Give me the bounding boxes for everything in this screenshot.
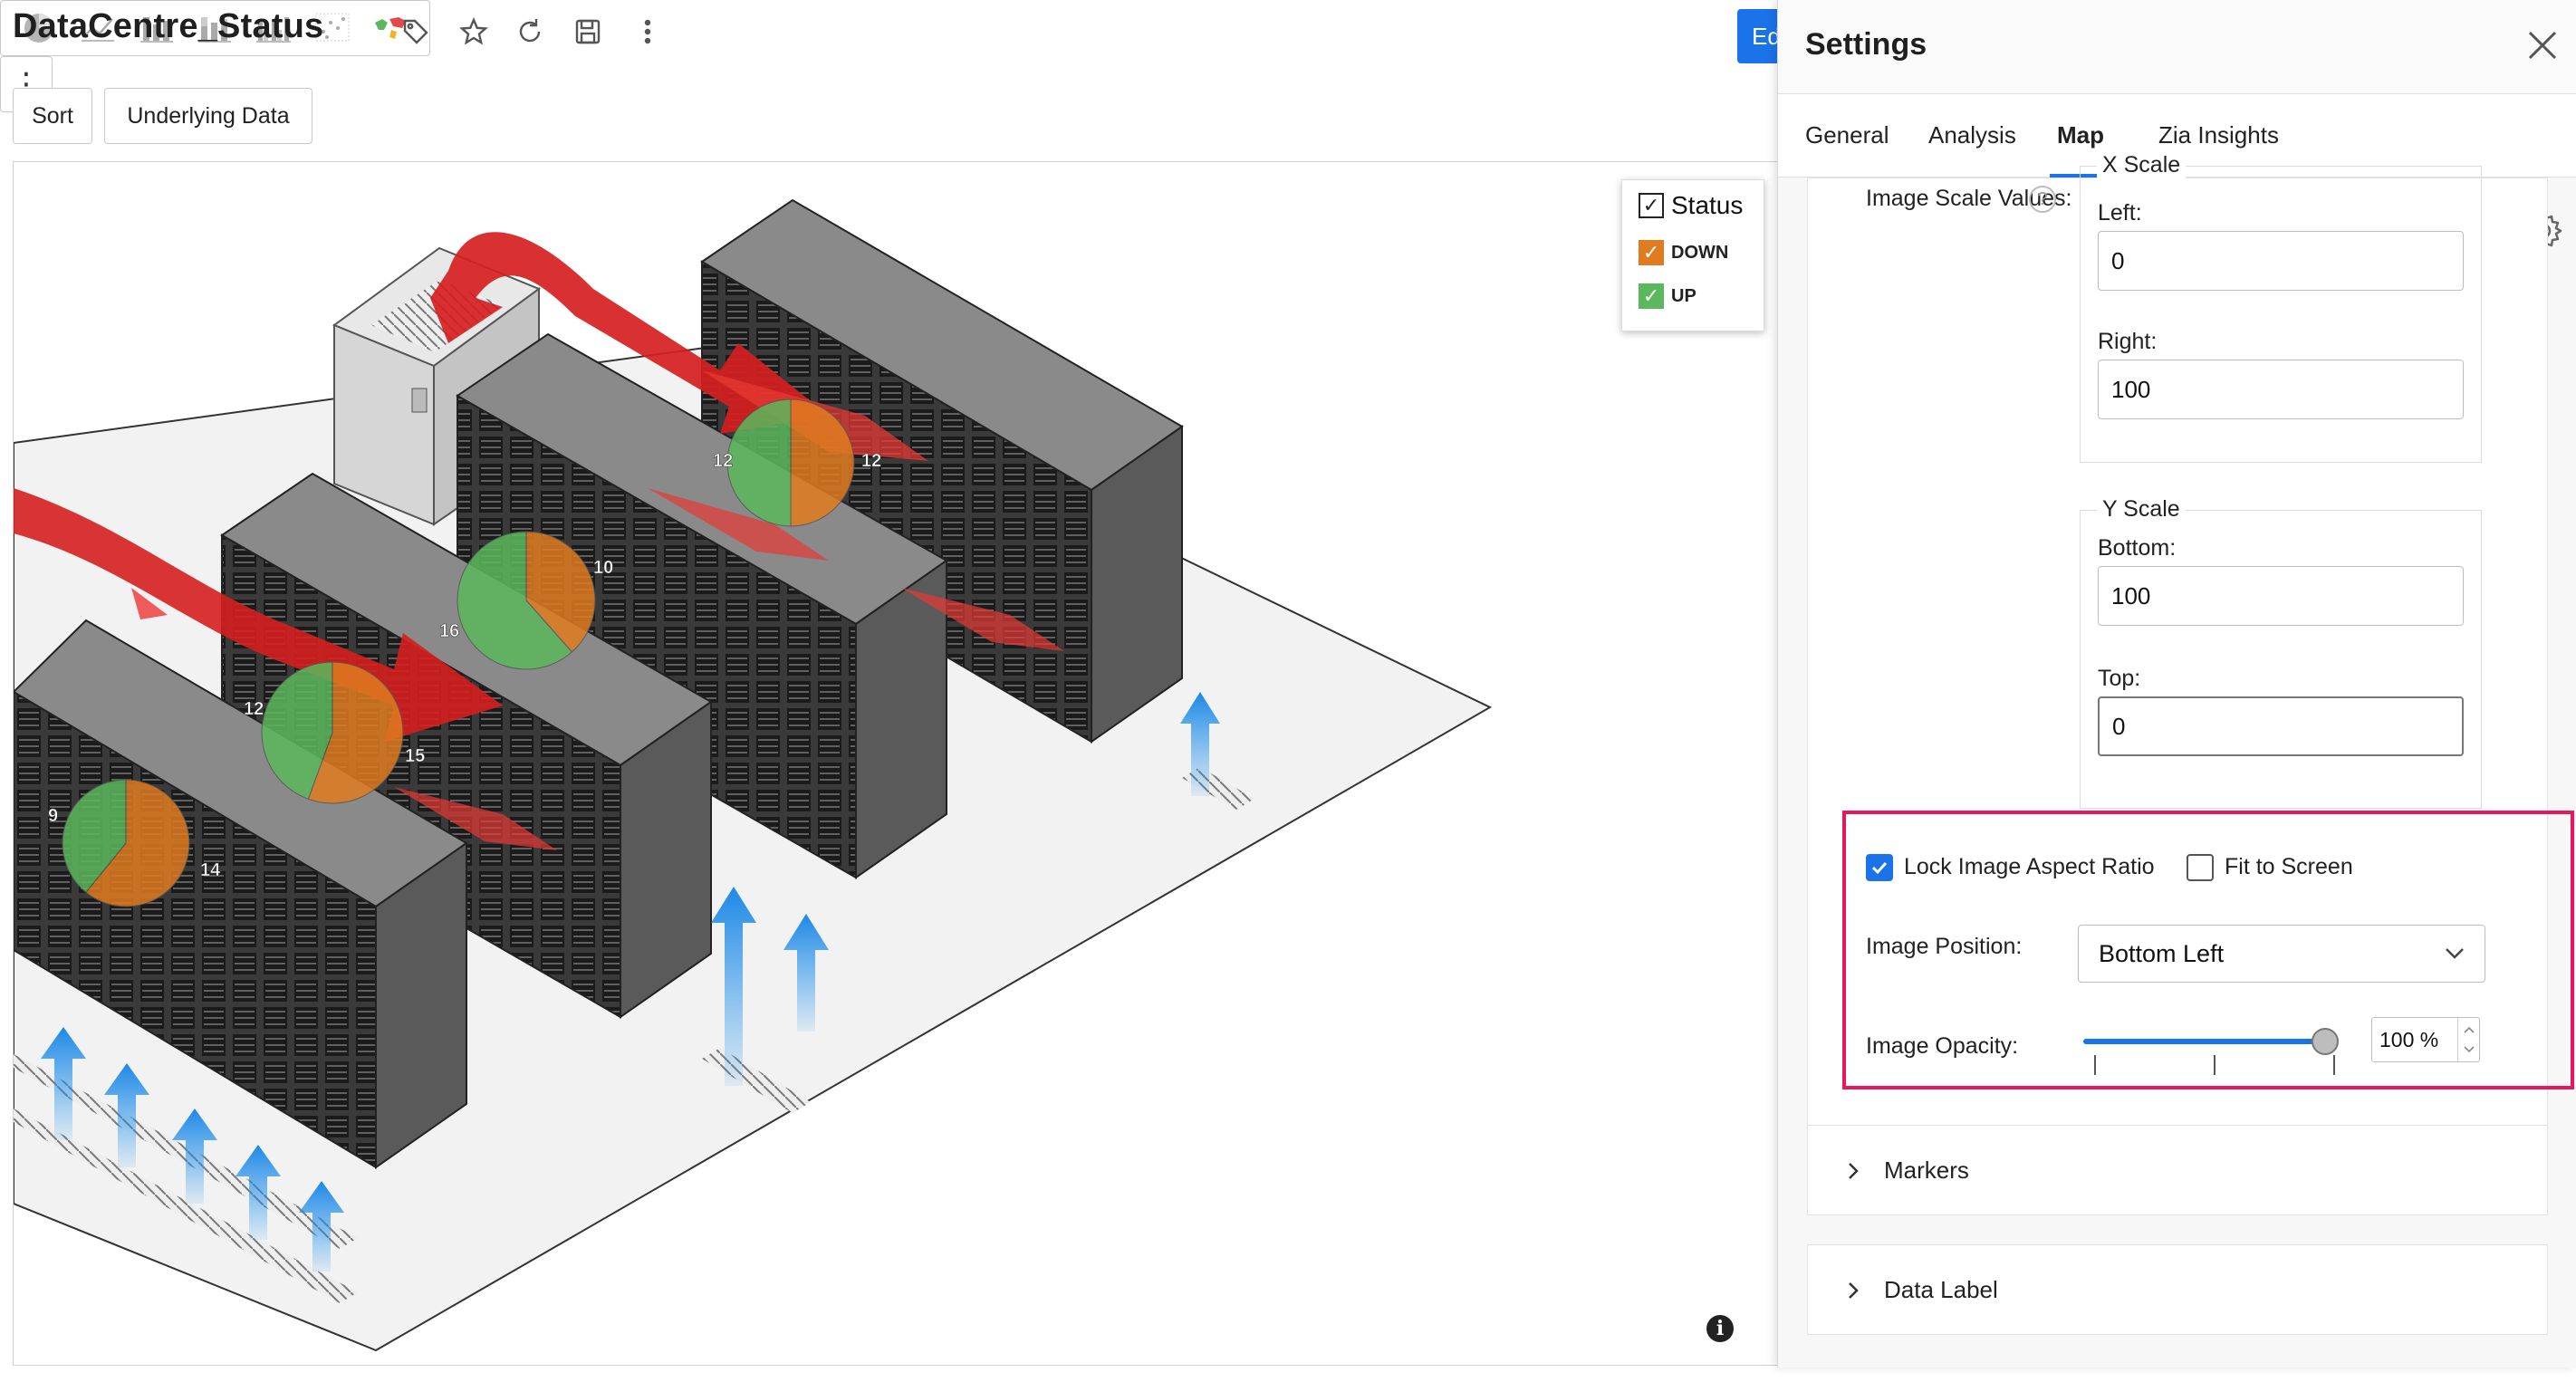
pie-label-down: 15 <box>405 746 425 766</box>
image-position-label: Image Position: <box>1866 934 2023 959</box>
y-bottom-label: Bottom: <box>2098 535 2177 561</box>
image-position-value: Bottom Left <box>2099 939 2225 967</box>
x-right-label: Right: <box>2098 329 2158 354</box>
legend-up-label: UP <box>1671 285 1697 306</box>
legend-up-swatch: ✓ <box>1639 283 1664 309</box>
image-opacity-slider[interactable] <box>2083 1022 2339 1077</box>
chevron-down-icon <box>2446 948 2464 959</box>
markers-section[interactable]: Markers <box>1807 1125 2548 1215</box>
sort-button[interactable]: Sort <box>13 88 92 144</box>
pie-marker[interactable] <box>457 531 596 670</box>
markers-section-label: Markers <box>1884 1156 1969 1184</box>
legend-down-label: DOWN <box>1671 242 1729 263</box>
underlying-data-button[interactable]: Underlying Data <box>104 88 312 144</box>
map-settings-card: X Scale Image Scale Values: ? Left: 0 Ri… <box>1807 152 2574 1127</box>
refresh-icon[interactable] <box>514 16 545 47</box>
slider-thumb[interactable] <box>2312 1028 2339 1055</box>
pie-marker[interactable] <box>62 779 190 907</box>
edit-button[interactable]: Ed <box>1737 9 1783 63</box>
settings-title: Settings <box>1805 27 1927 62</box>
chart-legend: ✓ Status ✓ DOWN ✓ UP <box>1621 179 1764 331</box>
pie-marker[interactable] <box>261 661 404 804</box>
tab-general[interactable]: General <box>1805 121 1889 149</box>
legend-toggle-all-checkbox[interactable]: ✓ <box>1639 193 1664 218</box>
image-opacity-label: Image Opacity: <box>1866 1033 2019 1059</box>
fit-to-screen-label: Fit to Screen <box>2225 854 2353 879</box>
pie-label-down: 12 <box>861 451 881 471</box>
tab-map[interactable]: Map <box>2057 121 2104 149</box>
slider-tick <box>2214 1055 2216 1075</box>
pie-marker[interactable] <box>726 398 855 527</box>
close-icon[interactable] <box>2523 25 2562 65</box>
image-position-select[interactable]: Bottom Left <box>2078 925 2485 983</box>
opacity-spinner[interactable]: 100 % <box>2371 1017 2480 1062</box>
x-scale-legend: X Scale <box>2097 152 2187 178</box>
chevron-right-icon <box>1849 1163 1859 1179</box>
pie-label-down: 14 <box>200 860 221 880</box>
lock-aspect-ratio-label: Lock Image Aspect Ratio <box>1904 854 2155 879</box>
slider-track <box>2083 1039 2324 1044</box>
lock-aspect-ratio-checkbox[interactable] <box>1866 854 1893 881</box>
slider-tick <box>2333 1055 2335 1075</box>
more-options-icon[interactable] <box>632 16 663 47</box>
legend-item-up[interactable]: ✓ UP <box>1639 283 1697 309</box>
legend-title: Status <box>1671 191 1744 219</box>
help-icon[interactable]: ? <box>2029 186 2056 213</box>
tab-zia-insights[interactable]: Zia Insights <box>2158 121 2279 149</box>
save-icon[interactable] <box>572 16 603 47</box>
x-left-label: Left: <box>2098 200 2142 226</box>
y-top-label: Top: <box>2098 666 2141 691</box>
opacity-value: 100 % <box>2379 1027 2439 1051</box>
data-label-section-label: Data Label <box>1884 1276 1998 1303</box>
favorite-star-icon[interactable] <box>458 16 489 47</box>
pie-label-up: 12 <box>244 699 264 719</box>
pie-marker-layer: 12 12 16 10 12 15 9 14 <box>48 398 882 907</box>
y-top-input[interactable]: 0 <box>2098 696 2464 756</box>
pie-label-up: 12 <box>713 451 733 471</box>
pie-slice-up[interactable] <box>726 398 792 527</box>
map-canvas: 12 12 16 10 12 15 9 14 <box>13 161 1779 1366</box>
spinner-arrows[interactable] <box>2457 1018 2479 1061</box>
tab-analysis[interactable]: Analysis <box>1928 121 2016 149</box>
info-icon[interactable]: i <box>1706 1315 1734 1342</box>
legend-down-swatch: ✓ <box>1639 240 1664 265</box>
slider-tick <box>2094 1055 2096 1075</box>
fit-to-screen-checkbox[interactable] <box>2187 854 2214 881</box>
pie-label-up: 16 <box>439 621 459 641</box>
x-left-input[interactable]: 0 <box>2098 231 2464 291</box>
data-label-section[interactable]: Data Label <box>1807 1244 2548 1335</box>
pie-slice-down[interactable] <box>790 398 855 527</box>
tag-icon[interactable] <box>400 16 431 47</box>
y-scale-legend: Y Scale <box>2097 496 2186 523</box>
pie-label-up: 9 <box>48 806 58 826</box>
checkmark-icon <box>1871 861 1888 875</box>
y-bottom-input[interactable]: 100 <box>2098 566 2464 626</box>
chevron-right-icon <box>1849 1282 1859 1299</box>
settings-panel: Settings General Analysis Map Zia Insigh… <box>1777 0 2576 1368</box>
pie-label-down: 10 <box>593 558 613 578</box>
x-right-input[interactable]: 100 <box>2098 360 2464 419</box>
legend-item-down[interactable]: ✓ DOWN <box>1639 240 1728 265</box>
report-title: DataCentre_Status <box>13 7 324 45</box>
settings-header: Settings <box>1778 0 2576 94</box>
